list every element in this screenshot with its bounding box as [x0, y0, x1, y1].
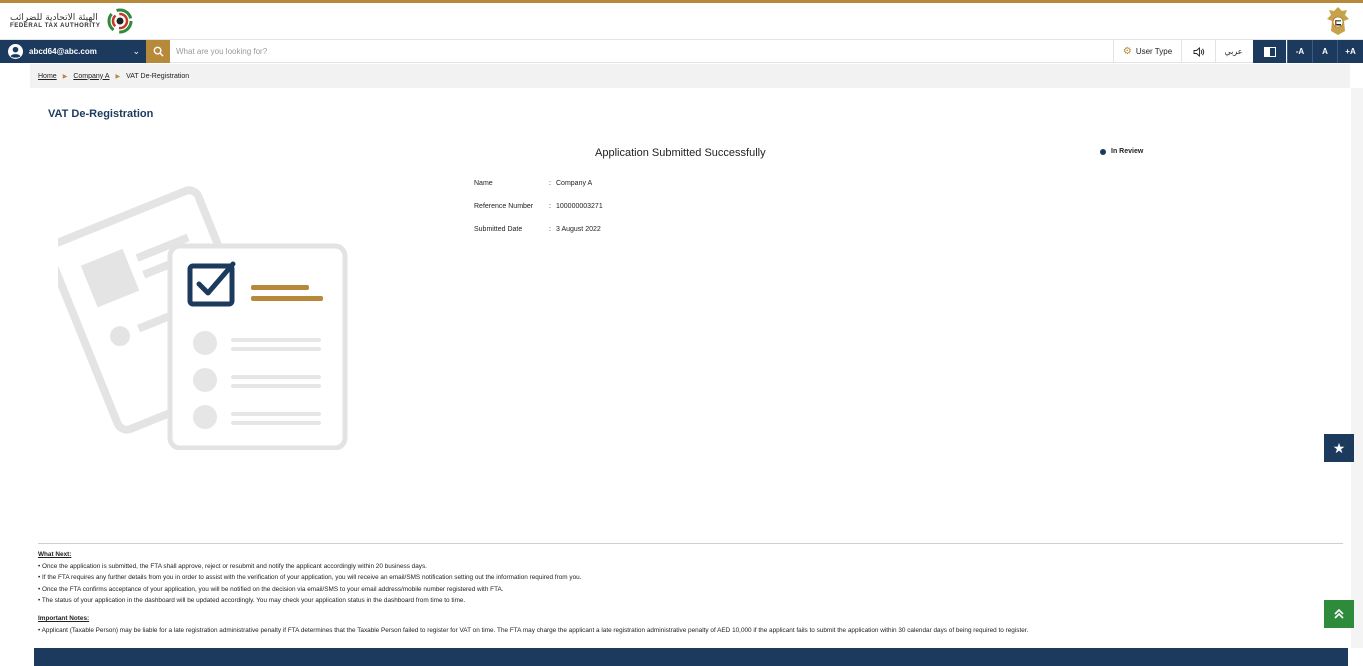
- important-note-item: • Applicant (Taxable Person) may be liab…: [38, 626, 1029, 634]
- font-decrease-button[interactable]: -A: [1287, 40, 1312, 63]
- top-header: الهيئة الاتحادية للضرائب FEDERAL TAX AUT…: [0, 3, 1363, 39]
- submitted-document-illustration-icon: [58, 186, 348, 450]
- detail-label: Reference Number: [474, 203, 534, 210]
- language-toggle-button[interactable]: عربي: [1215, 40, 1251, 63]
- page-title: VAT De-Registration: [48, 108, 154, 120]
- user-type-label: User Type: [1135, 47, 1173, 56]
- breadcrumb-current: VAT De-Registration: [126, 72, 190, 80]
- detail-value: 100000003271: [556, 203, 603, 210]
- logo-arabic-text: الهيئة الاتحادية للضرائب: [10, 13, 98, 23]
- notes-divider: [38, 543, 1343, 544]
- user-menu-dropdown[interactable]: abcd64@abc.com ⌄: [0, 40, 146, 63]
- important-notes-heading: Important Notes:: [38, 614, 90, 622]
- user-avatar-icon: [8, 44, 23, 59]
- what-next-item: • The status of your application in the …: [38, 597, 466, 605]
- breadcrumb-separator-icon: ▶: [62, 73, 68, 80]
- search-input[interactable]: [176, 43, 876, 60]
- favorite-button[interactable]: ★: [1324, 434, 1354, 462]
- font-increase-button[interactable]: +A: [1337, 40, 1363, 63]
- breadcrumb: Home ▶ Company A ▶ VAT De-Registration: [30, 64, 1350, 88]
- contrast-icon: [1263, 46, 1276, 57]
- logo-english-text: FEDERAL TAX AUTHORITY: [10, 23, 101, 29]
- breadcrumb-company[interactable]: Company A: [73, 73, 109, 80]
- success-message: Application Submitted Successfully: [595, 147, 766, 159]
- breadcrumb-home[interactable]: Home: [38, 73, 57, 80]
- detail-value: 3 August 2022: [556, 226, 601, 233]
- detail-value: Company A: [556, 180, 593, 187]
- scroll-to-top-button[interactable]: [1324, 600, 1354, 628]
- application-status: In Review: [1100, 148, 1143, 155]
- user-type-button[interactable]: ⚙ User Type: [1113, 40, 1181, 63]
- speaker-icon: [1193, 46, 1204, 57]
- search-button[interactable]: [146, 40, 170, 63]
- detail-row-submitted-date: Submitted Date : 3 August 2022: [474, 226, 601, 233]
- main-content: VAT De-Registration Application Submitte…: [30, 88, 1350, 648]
- navbar: abcd64@abc.com ⌄ ⚙ User Type عربي -A A +…: [0, 39, 1363, 63]
- gear-icon: ⚙: [1122, 46, 1132, 57]
- status-label: In Review: [1111, 148, 1144, 155]
- breadcrumb-separator-icon: ▶: [115, 73, 121, 80]
- status-dot-icon: [1100, 148, 1106, 155]
- detail-row-name: Name : Company A: [474, 180, 593, 187]
- detail-label: Submitted Date: [474, 226, 523, 233]
- audio-button[interactable]: [1181, 40, 1215, 63]
- user-email: abcd64@abc.com: [29, 47, 97, 56]
- fta-logo-mark-icon: [107, 8, 132, 34]
- uae-emblem-icon: [1327, 7, 1349, 35]
- what-next-item: • If the FTA requires any further detail…: [38, 574, 582, 582]
- page-scrollbar[interactable]: [1351, 88, 1363, 648]
- detail-label: Name: [474, 180, 493, 187]
- chevron-down-icon: ⌄: [132, 46, 140, 56]
- font-reset-button[interactable]: A: [1312, 40, 1337, 63]
- search-icon: [153, 46, 164, 57]
- detail-row-reference: Reference Number : 100000003271: [474, 203, 603, 210]
- fta-logo[interactable]: الهيئة الاتحادية للضرائب FEDERAL TAX AUT…: [10, 5, 133, 37]
- double-chevron-up-icon: [1334, 608, 1344, 619]
- footer-bar: [34, 648, 1348, 666]
- what-next-item: • Once the FTA confirms acceptance of yo…: [38, 585, 504, 593]
- what-next-item: • Once the application is submitted, the…: [38, 562, 427, 570]
- notes-section: What Next: • Once the application is sub…: [38, 549, 1338, 636]
- contrast-toggle-button[interactable]: [1253, 40, 1286, 63]
- what-next-heading: What Next:: [38, 551, 72, 558]
- star-icon: ★: [1332, 439, 1346, 456]
